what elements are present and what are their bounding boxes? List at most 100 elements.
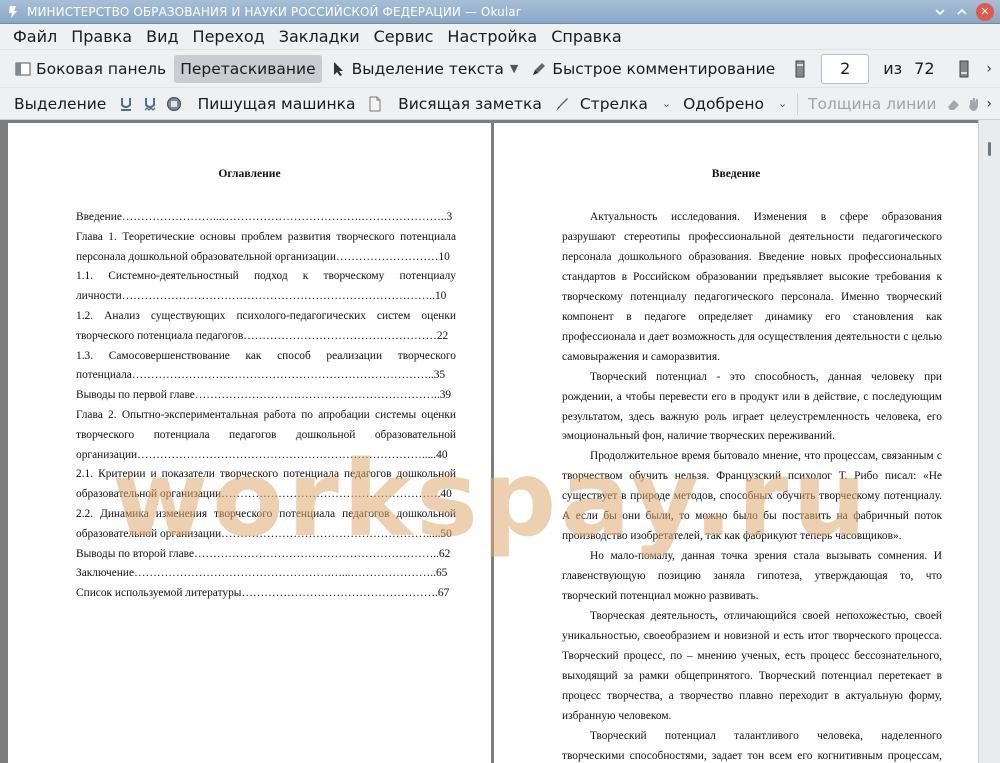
toc-line: персонала дошкольной образовательной орг… — [76, 250, 450, 263]
close-icon[interactable]: ✕ — [976, 2, 994, 21]
body-text-line: избранную человеком. — [562, 709, 672, 722]
toc-line: Глава 2. Опытно-экспериментальная работа… — [76, 409, 456, 421]
menu-bar: Файл Правка Вид Переход Закладки Сервис … — [0, 24, 1000, 50]
menu-file[interactable]: Файл — [6, 24, 64, 50]
toolbar-separator — [797, 92, 799, 115]
title-bar: МИНИСТЕРСТВО ОБРАЗОВАНИЯ И НАУКИ РОССИЙС… — [0, 0, 1000, 24]
hand-icon[interactable] — [966, 95, 982, 113]
chevron-down-icon[interactable]: ▼ — [510, 62, 518, 75]
underline-icon[interactable] — [118, 95, 133, 113]
previous-page-icon[interactable] — [791, 60, 809, 78]
body-text-line: выходящий за рамки общепринятого. Творче… — [562, 669, 942, 682]
toc-line: творческого потенциала педагогов……………………… — [76, 329, 449, 342]
body-text-line: разрушают стереотипы профессиональной де… — [562, 230, 942, 243]
menu-bookmarks[interactable]: Закладки — [272, 24, 367, 50]
menu-edit[interactable]: Правка — [64, 24, 139, 50]
body-text-line: Творческий потенциал - это способность, … — [590, 370, 942, 383]
toc-line: Выводы по второй главе………………………………………………… — [76, 547, 451, 560]
vertical-scrollbar[interactable] — [978, 120, 1000, 763]
minimize-icon[interactable] — [932, 4, 948, 20]
body-text-line: существует в природе методов, способных … — [562, 490, 942, 503]
menu-go[interactable]: Переход — [186, 24, 272, 50]
toc-line: образовательной организации…………………………………… — [76, 488, 452, 501]
toc-line: Введение……………………...……………………………….………………….… — [76, 211, 453, 223]
toc-line: Заключение…………………………………………….…...………………….… — [76, 567, 448, 580]
toc-line: Список используемой литературы…………………………… — [76, 587, 450, 600]
cursor-icon — [330, 60, 348, 78]
page-left: Оглавление Введение……………………...…………………………… — [8, 123, 491, 763]
toc-line: Глава 1. Теоретические основы проблем ра… — [76, 230, 456, 243]
window-title: МИНИСТЕРСТВО ОБРАЗОВАНИЯ И НАУКИ РОССИЙС… — [27, 4, 521, 19]
menu-settings[interactable]: Настройка — [440, 24, 544, 50]
body-text-line: творчеством обучить нельзя. Французский … — [562, 470, 942, 483]
body-text-line: рождении, а чтобы перевести его в продук… — [562, 390, 942, 403]
toc-line: потенциала……………………………………………………………………..35 — [76, 369, 446, 382]
toc-line: 1.2. Анализ существующих психолого-педаг… — [76, 310, 456, 322]
highlight-button[interactable]: Выделение — [8, 90, 112, 118]
quick-comment-button[interactable]: Быстрое комментирование — [524, 55, 781, 83]
body-text-line: Актуальность исследования. Изменения в с… — [590, 211, 942, 223]
chevron-down-icon[interactable]: ⌄ — [778, 97, 787, 110]
menu-help[interactable]: Справка — [544, 24, 629, 50]
body-text-line: эмоциональный фон, наличие творческих пе… — [562, 430, 835, 443]
annotation-toolbar: Выделение Пишущая машинка Висящая заметк… — [0, 88, 1000, 120]
body-text-line: Продолжительное время бытовало мнение, ч… — [590, 450, 942, 463]
body-text-line: Творческий потенциал талантливого челове… — [590, 729, 942, 742]
page-right: Введение Актуальность исследования. Изме… — [494, 123, 978, 763]
menu-tools[interactable]: Сервис — [367, 24, 441, 50]
toc-line: личности………………………………………………………………………..10 — [76, 290, 447, 303]
eraser-icon[interactable] — [946, 95, 962, 113]
stamp-icon[interactable] — [166, 95, 182, 113]
text-select-button[interactable]: Выделение текста ▼ — [324, 55, 525, 83]
toolbar-overflow-icon[interactable]: › — [986, 61, 992, 77]
scrollbar-thumb[interactable] — [988, 142, 991, 156]
body-text-line: процесс творчества, а творчество плавно … — [562, 689, 942, 702]
maximize-icon[interactable] — [954, 4, 970, 20]
body-text-line: стандартов в Российском образовании пред… — [562, 270, 942, 283]
body-text-line: персонала дошкольного образования. Введе… — [562, 250, 942, 263]
toc-line: 1.3. Самосовершенствование как способ ре… — [76, 349, 456, 362]
next-page-icon[interactable] — [955, 60, 973, 78]
page-total: 72 — [914, 59, 935, 78]
squiggly-underline-icon[interactable] — [143, 95, 158, 113]
approved-stamp-button[interactable]: Одобрено ⌄ — [677, 90, 793, 118]
main-toolbar: Боковая панель Перетаскивание Выделение … — [0, 50, 1000, 88]
menu-view[interactable]: Вид — [139, 24, 185, 50]
line-width-button[interactable]: Толщина линии — [802, 90, 942, 118]
sticky-note-button[interactable]: Висящая заметка — [392, 90, 548, 118]
body-text-line: А если бы они были, то можно было бы пос… — [562, 510, 942, 523]
typewriter-button[interactable]: Пишущая машинка — [192, 90, 362, 118]
body-text-line: творческому потенциалу педагогического п… — [562, 290, 942, 303]
page-of-label: из — [883, 59, 903, 78]
toc-line: организации…………………………………………………………………....… — [76, 448, 448, 461]
toc-line: творческого потенциала педагогов дошколь… — [76, 428, 456, 441]
body-text-line: Но мало-помалу, данная точка зрения стал… — [590, 550, 942, 563]
body-text-line: творческими способностями, задает тон вс… — [562, 749, 942, 762]
toc-line: 2.1. Критерии и показатели творческого п… — [76, 468, 456, 481]
toc-line: 1.1. Системно-деятельностный подход к тв… — [76, 270, 456, 283]
body-text-line: Творческий процесс, по – мнению ученых, … — [562, 649, 942, 662]
pen-icon — [530, 60, 548, 78]
drag-mode-button[interactable]: Перетаскивание — [174, 54, 322, 83]
note-icon[interactable] — [367, 95, 382, 113]
arrow-button[interactable]: Стрелка ⌄ — [574, 90, 677, 118]
body-text-line: результатом, здесь важную роль играет це… — [562, 410, 942, 423]
toc-line: 2.2. Динамика изменения творческого поте… — [76, 508, 456, 520]
brush-icon[interactable] — [554, 95, 570, 113]
body-text-line: самовыражения и саморазвития. — [562, 350, 720, 363]
toc-heading: Оглавление — [218, 167, 281, 180]
page-number-input[interactable]: 2 — [821, 53, 870, 84]
chevron-down-icon[interactable]: ⌄ — [662, 97, 671, 110]
document-viewer[interactable]: Оглавление Введение……………………...…………………………… — [0, 120, 1000, 763]
body-text-line: производство изобретателей, так как фабр… — [562, 530, 902, 543]
body-text-line: компонент в педагоге определяет динамику… — [562, 310, 942, 323]
okular-app-icon — [5, 4, 21, 20]
toc-line: образовательной организации…………………………………… — [76, 527, 452, 540]
toolbar-overflow-icon[interactable]: › — [986, 96, 992, 112]
body-text-line: профессионала и дает возможность для осу… — [562, 330, 942, 343]
sidebar-icon — [14, 60, 32, 78]
sidebar-button[interactable]: Боковая панель — [8, 55, 172, 83]
intro-heading: Введение — [711, 167, 761, 180]
body-text-line: главенствующую позицию заняла гипотеза, … — [562, 570, 942, 583]
body-text-line: Творческая деятельность, отличающийся св… — [590, 610, 942, 622]
